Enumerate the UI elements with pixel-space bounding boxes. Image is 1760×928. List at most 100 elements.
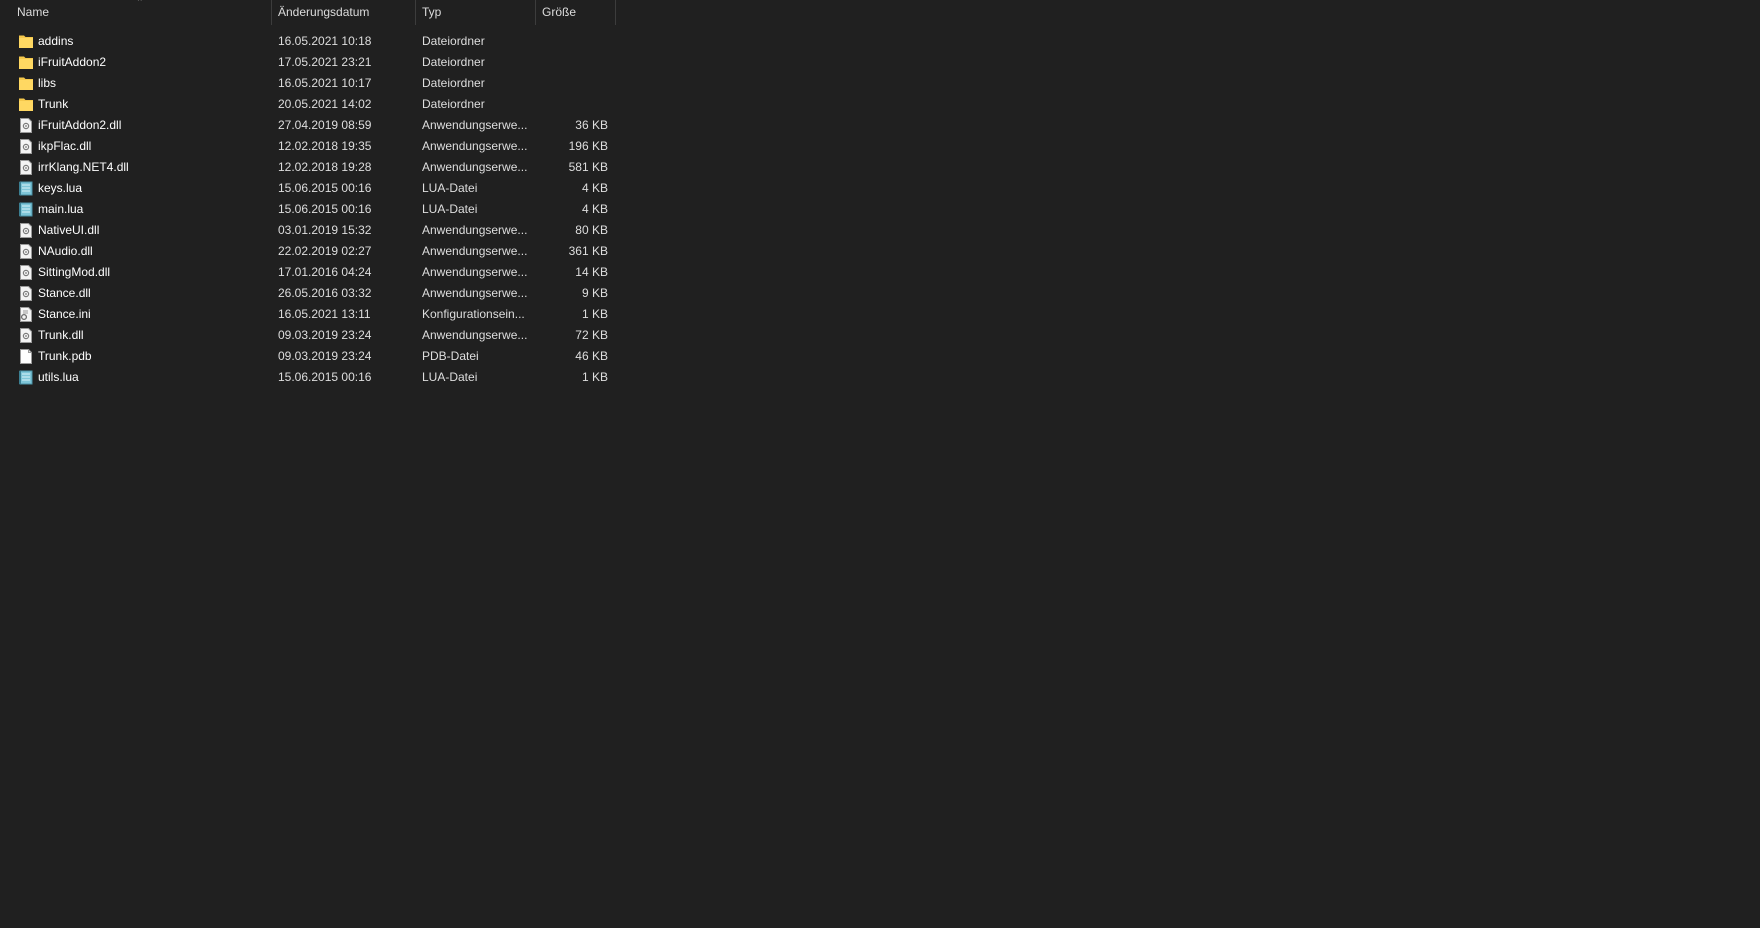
file-modified-date: 22.02.2019 02:27: [278, 244, 372, 258]
file-row[interactable]: NativeUI.dll 03.01.2019 15:32 Anwendungser…: [0, 220, 617, 241]
file-row[interactable]: iFruitAddon2.dll 27.04.2019 08:59 Anwendun…: [0, 115, 617, 136]
file-row[interactable]: SittingMod.dll 17.01.2016 04:24 Anwendungs…: [0, 262, 617, 283]
file-type: Anwendungserwe...: [422, 118, 528, 132]
file-type: Anwendungserwe...: [422, 160, 528, 174]
file-type: LUA-Datei: [422, 181, 478, 195]
file-modified-date: 09.03.2019 23:24: [278, 328, 372, 342]
file-row[interactable]: main.lua 15.06.2015 00:16 LUA-Datei 4 KB: [0, 199, 617, 220]
file-size: 72 KB: [575, 328, 608, 342]
file-row[interactable]: keys.lua 15.06.2015 00:16 LUA-Datei 4 KB: [0, 178, 617, 199]
file-type: Dateiordner: [422, 55, 485, 69]
file-size: 46 KB: [575, 349, 608, 363]
file-name: SittingMod.dll: [38, 265, 111, 279]
dll-file-icon: [19, 118, 33, 133]
file-name: iFruitAddon2: [38, 55, 107, 69]
file-row[interactable]: Trunk 20.05.2021 14:02 Dateiordner: [0, 94, 617, 115]
file-modified-date: 17.05.2021 23:21: [278, 55, 372, 69]
ini-file-icon: [19, 307, 33, 322]
file-type: Dateiordner: [422, 34, 485, 48]
file-size: 80 KB: [575, 223, 608, 237]
file-modified-date: 16.05.2021 10:17: [278, 76, 372, 90]
file-name: Stance.ini: [38, 307, 91, 321]
file-row[interactable]: utils.lua 15.06.2015 00:16 LUA-Datei 1 KB: [0, 367, 617, 388]
file-size: 581 KB: [568, 160, 608, 174]
file-name: keys.lua: [38, 181, 83, 195]
file-name: addins: [38, 34, 74, 48]
file-name: utils.lua: [38, 370, 79, 384]
file-modified-date: 20.05.2021 14:02: [278, 97, 372, 111]
file-type: Anwendungserwe...: [422, 244, 528, 258]
file-name: NAudio.dll: [38, 244, 93, 258]
column-header-bar: ⌃ Name Änderungsdatum Typ Größe: [0, 0, 617, 26]
file-row[interactable]: NAudio.dll 22.02.2019 02:27 Anwendungserwe…: [0, 241, 617, 262]
file-list: addins 16.05.2021 10:18 Dateiordner iFruitA…: [0, 31, 617, 388]
file-size: 36 KB: [575, 118, 608, 132]
file-explorer-details-view: ⌃ Name Änderungsdatum Typ Größe addins 16…: [0, 0, 1760, 928]
file-modified-date: 27.04.2019 08:59: [278, 118, 372, 132]
file-type: Anwendungserwe...: [422, 139, 528, 153]
file-name: ikpFlac.dll: [38, 139, 92, 153]
file-size: 361 KB: [568, 244, 608, 258]
file-type: LUA-Datei: [422, 370, 478, 384]
dll-file-icon: [19, 265, 33, 280]
file-type: PDB-Datei: [422, 349, 479, 363]
file-row[interactable]: Stance.ini 16.05.2021 13:11 Konfigurations…: [0, 304, 617, 325]
file-row[interactable]: addins 16.05.2021 10:18 Dateiordner: [0, 31, 617, 52]
file-modified-date: 15.06.2015 00:16: [278, 370, 372, 384]
file-type: Konfigurationsein...: [422, 307, 525, 321]
column-header-date[interactable]: Änderungsdatum: [272, 0, 416, 25]
file-modified-date: 26.05.2016 03:32: [278, 286, 372, 300]
file-type: Anwendungserwe...: [422, 223, 528, 237]
file-name: iFruitAddon2.dll: [38, 118, 122, 132]
file-modified-date: 15.06.2015 00:16: [278, 202, 372, 216]
file-size: 1 KB: [581, 370, 608, 384]
file-type: Anwendungserwe...: [422, 265, 528, 279]
file-name: Trunk.dll: [38, 328, 84, 342]
file-type: LUA-Datei: [422, 202, 478, 216]
lua-file-icon: [19, 202, 33, 217]
dll-file-icon: [19, 244, 33, 259]
file-row[interactable]: ikpFlac.dll 12.02.2018 19:35 Anwendungserw…: [0, 136, 617, 157]
lua-file-icon: [19, 370, 33, 385]
file-modified-date: 09.03.2019 23:24: [278, 349, 372, 363]
file-name: NativeUI.dll: [38, 223, 100, 237]
file-row[interactable]: Trunk.dll 09.03.2019 23:24 Anwendungserwe.…: [0, 325, 617, 346]
file-row[interactable]: Stance.dll 26.05.2016 03:32 Anwendungserwe…: [0, 283, 617, 304]
dll-file-icon: [19, 286, 33, 301]
dll-file-icon: [19, 139, 33, 154]
dll-file-icon: [19, 160, 33, 175]
blank-file-icon: [19, 349, 33, 364]
file-row[interactable]: libs 16.05.2021 10:17 Dateiordner: [0, 73, 617, 94]
file-name: libs: [38, 76, 57, 90]
file-name: Trunk.pdb: [38, 349, 92, 363]
file-type: Anwendungserwe...: [422, 286, 528, 300]
file-modified-date: 17.01.2016 04:24: [278, 265, 372, 279]
file-size: 9 KB: [581, 286, 608, 300]
file-type: Dateiordner: [422, 97, 485, 111]
file-modified-date: 16.05.2021 10:18: [278, 34, 372, 48]
column-header-size[interactable]: Größe: [536, 0, 616, 25]
file-size: 4 KB: [581, 181, 608, 195]
column-header-type[interactable]: Typ: [416, 0, 536, 25]
file-name: Stance.dll: [38, 286, 91, 300]
file-modified-date: 03.01.2019 15:32: [278, 223, 372, 237]
file-name: Trunk: [38, 97, 69, 111]
file-row[interactable]: irrKlang.NET4.dll 12.02.2018 19:28 Anwendu…: [0, 157, 617, 178]
folder-icon: [19, 76, 33, 91]
file-size: 196 KB: [568, 139, 608, 153]
dll-file-icon: [19, 328, 33, 343]
file-modified-date: 12.02.2018 19:28: [278, 160, 372, 174]
file-type: Anwendungserwe...: [422, 328, 528, 342]
file-size: 4 KB: [581, 202, 608, 216]
lua-file-icon: [19, 181, 33, 196]
file-modified-date: 15.06.2015 00:16: [278, 181, 372, 195]
file-name: irrKlang.NET4.dll: [38, 160, 129, 174]
file-row[interactable]: Trunk.pdb 09.03.2019 23:24 PDB-Datei 46 KB: [0, 346, 617, 367]
column-header-name[interactable]: Name: [11, 0, 272, 25]
file-size: 14 KB: [575, 265, 608, 279]
file-size: 1 KB: [581, 307, 608, 321]
file-name: main.lua: [38, 202, 84, 216]
folder-icon: [19, 55, 33, 70]
file-row[interactable]: iFruitAddon2 17.05.2021 23:21 Dateiordner: [0, 52, 617, 73]
file-modified-date: 16.05.2021 13:11: [278, 307, 371, 321]
